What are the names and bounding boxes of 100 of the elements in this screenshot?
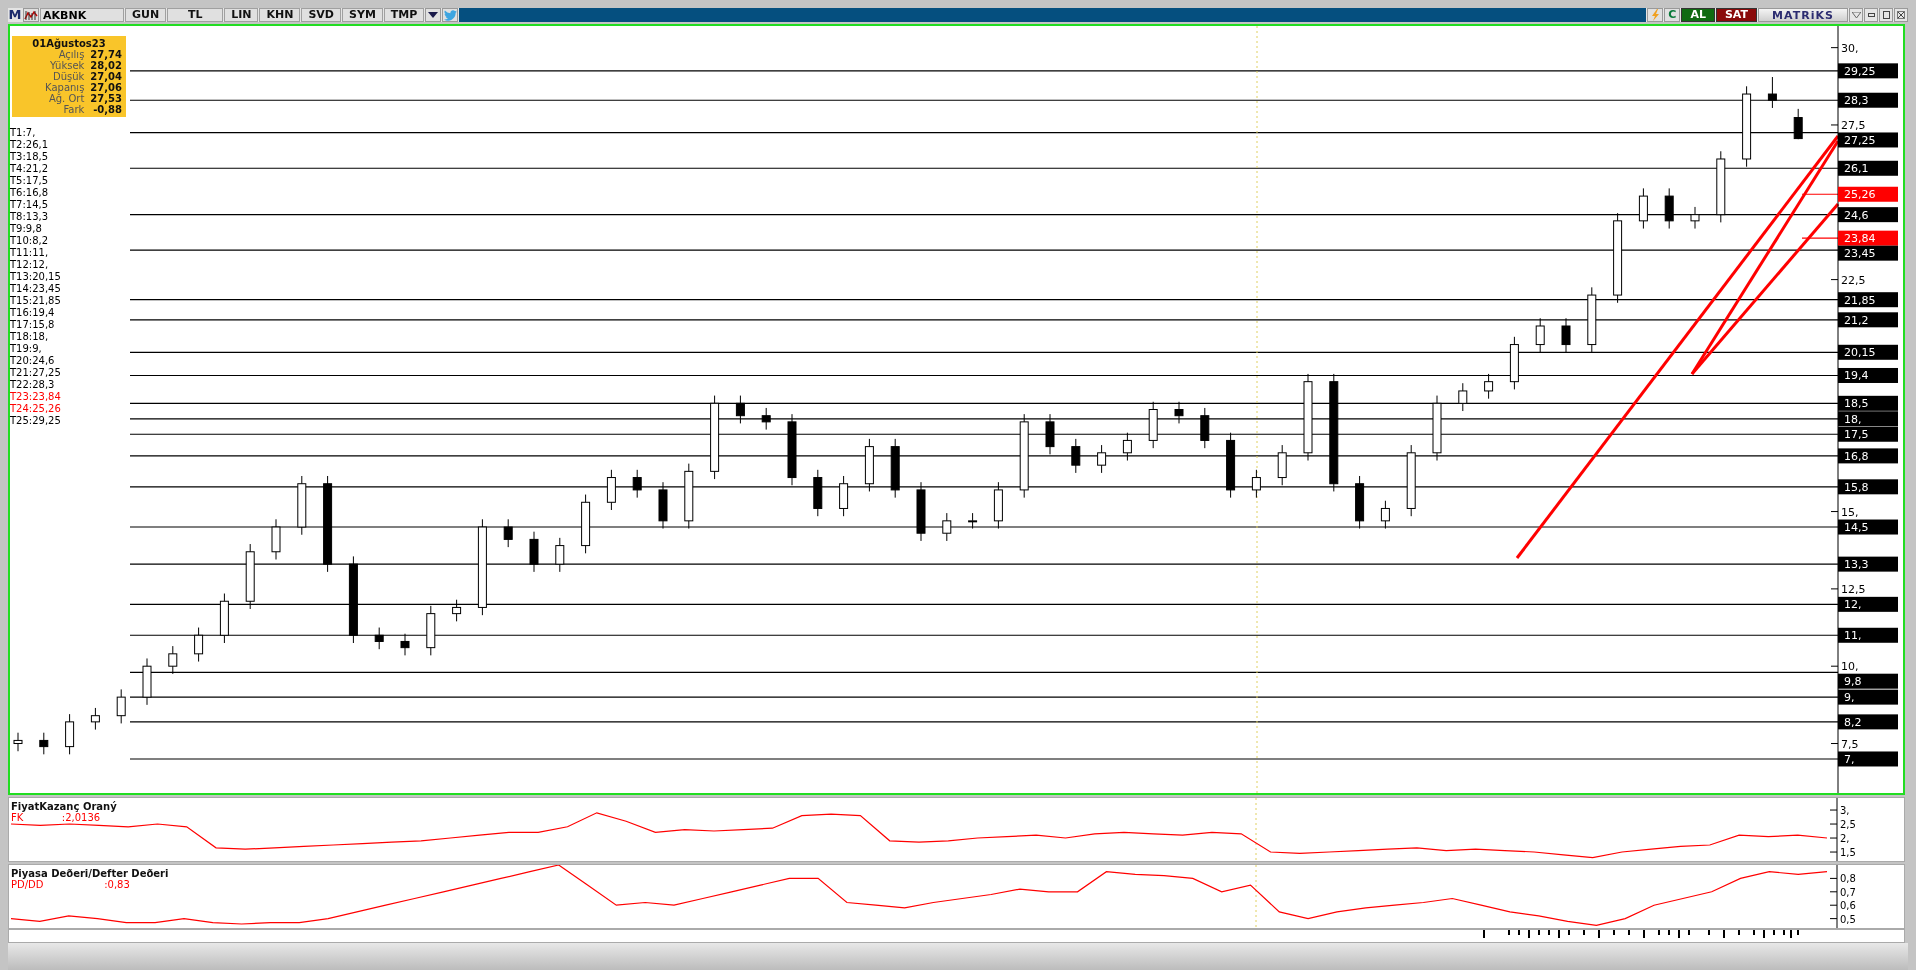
price-level-label: 9,8	[1838, 673, 1898, 689]
info-label: Yüksek	[49, 60, 85, 71]
level-label: T9:9,8	[10, 223, 42, 235]
axis-tick-label: 15,	[1841, 505, 1859, 519]
level-label: T17:15,8	[10, 319, 55, 331]
axis-tick-label: 0,6	[1840, 900, 1856, 912]
level-label: T18:18,	[10, 331, 49, 343]
ref-line-label: 25,26	[1844, 188, 1876, 202]
level-label: T7:14,5	[10, 199, 49, 211]
price-level-label: 19,4	[1838, 368, 1898, 383]
level-label: T24:25,26	[10, 403, 61, 415]
ref-line-label: 14,5	[1844, 521, 1869, 535]
axis-tick-label: 3,	[1840, 805, 1850, 817]
ref-line-label: 18,5	[1844, 397, 1869, 411]
price-level-label: 13,3	[1838, 556, 1898, 572]
price-level-label: 25,26	[1838, 186, 1898, 202]
axis-tick-label: 27,5	[1841, 118, 1866, 132]
level-label: T3:18,5	[10, 151, 49, 163]
ref-line-label: 16,8	[1844, 449, 1869, 463]
price-level-label: 27,25	[1838, 132, 1898, 148]
price-level-label: 21,2	[1838, 312, 1898, 328]
price-level-label: 29,25	[1838, 63, 1898, 79]
info-label: Düşük	[51, 71, 85, 82]
ref-line-label: 29,25	[1844, 64, 1876, 78]
level-label: T14:23,45	[10, 283, 61, 295]
axis-tick-label: 12,5	[1841, 582, 1866, 596]
price-level-label: 18,	[1838, 411, 1898, 427]
level-label: T8:13,3	[10, 211, 49, 223]
axis-tick-label: 30,	[1841, 41, 1859, 55]
level-label: T20:24,6	[10, 355, 55, 367]
info-value: 27,06	[90, 82, 122, 93]
price-level-label: 17,5	[1838, 426, 1898, 442]
axis-tick-label: 0,5	[1840, 913, 1856, 925]
axis-tick-label: 2,	[1840, 833, 1850, 845]
ref-line-label: 24,6	[1844, 208, 1869, 222]
level-label: T11:11,	[10, 247, 49, 259]
price-level-label: 28,3	[1838, 92, 1898, 108]
level-label: T12:12,	[10, 259, 49, 271]
level-label: T1:7,	[10, 127, 36, 139]
ref-line-label: 17,5	[1844, 428, 1869, 442]
level-label: T22:28,3	[10, 379, 55, 391]
info-date: 01Ağustos23	[31, 38, 106, 49]
price-level-label: 7,	[1838, 751, 1898, 767]
ref-line-label: 12,	[1844, 598, 1862, 612]
ref-line-label: 9,	[1844, 691, 1855, 705]
ref-line-label: 7,	[1844, 752, 1855, 766]
axis-tick-label: 7,5	[1841, 737, 1859, 751]
info-label: Fark	[63, 104, 85, 115]
ref-line-label: 26,1	[1844, 162, 1869, 176]
level-label: T25:29,25	[10, 415, 61, 427]
ref-line-label: 8,2	[1844, 715, 1862, 729]
axis-tick-label: 0,8	[1840, 873, 1856, 885]
price-level-label: 23,84	[1838, 230, 1898, 246]
price-level-label: 26,1	[1838, 160, 1898, 176]
price-level-label: 16,8	[1838, 448, 1898, 464]
level-label: T2:26,1	[10, 139, 49, 151]
info-value: 27,53	[90, 93, 122, 104]
indicator-title: Piyasa Deðeri/Defter Deðeri	[11, 868, 169, 879]
info-label: Ağ. Ort	[48, 93, 85, 104]
level-label: T21:27,25	[10, 367, 61, 379]
ref-line-label: 21,2	[1844, 313, 1869, 327]
ref-line-label: 28,3	[1844, 94, 1869, 108]
level-label: T16:19,4	[10, 307, 55, 319]
level-label: T4:21,2	[10, 163, 49, 175]
info-value: -0,88	[92, 104, 122, 115]
ref-line-label: 27,25	[1844, 133, 1876, 147]
axis-tick-label: 0,7	[1840, 886, 1856, 898]
price-level-label: 21,85	[1838, 292, 1898, 308]
ref-line-label: 20,15	[1844, 346, 1876, 360]
level-label: T6:16,8	[10, 187, 49, 199]
price-level-label: 18,5	[1838, 395, 1898, 411]
ref-line-label: 9,8	[1844, 675, 1862, 689]
price-level-label: 24,6	[1838, 207, 1898, 223]
indicator-title: FiyatKazanç Oraný	[11, 801, 117, 812]
level-label: T15:21,85	[10, 295, 61, 307]
price-level-label: 20,15	[1838, 344, 1898, 360]
ref-line-label: 15,8	[1844, 480, 1869, 494]
level-label: T19:9,	[10, 343, 42, 355]
info-value: 27,74	[90, 49, 122, 60]
price-level-label: 8,2	[1838, 714, 1898, 730]
price-level-label: 9,	[1838, 689, 1898, 705]
level-label: T13:20,15	[10, 271, 61, 283]
ref-line-label: 18,	[1844, 412, 1862, 426]
price-level-label: 12,	[1838, 596, 1898, 612]
axis-tick-label: 10,	[1841, 660, 1859, 674]
ref-line-label: 13,3	[1844, 558, 1869, 572]
price-level-label: 14,5	[1838, 519, 1898, 535]
axis-tick-label: 22,5	[1841, 273, 1866, 287]
info-value: 28,02	[90, 60, 122, 71]
price-level-label: 15,8	[1838, 479, 1898, 495]
info-label: Kapanış	[44, 82, 85, 93]
ref-line-label: 21,85	[1844, 293, 1876, 307]
info-label: Açılış	[58, 49, 85, 60]
ref-line-label: 23,45	[1844, 247, 1876, 261]
ref-line-label: 23,84	[1844, 232, 1876, 246]
level-label: T10:8,2	[10, 235, 49, 247]
ref-line-label: 19,4	[1844, 369, 1869, 383]
axis-tick-label: 2,5	[1840, 819, 1856, 831]
axis-tick-label: 1,5	[1840, 847, 1856, 859]
brand-logo: MATRiKS	[1758, 8, 1848, 22]
